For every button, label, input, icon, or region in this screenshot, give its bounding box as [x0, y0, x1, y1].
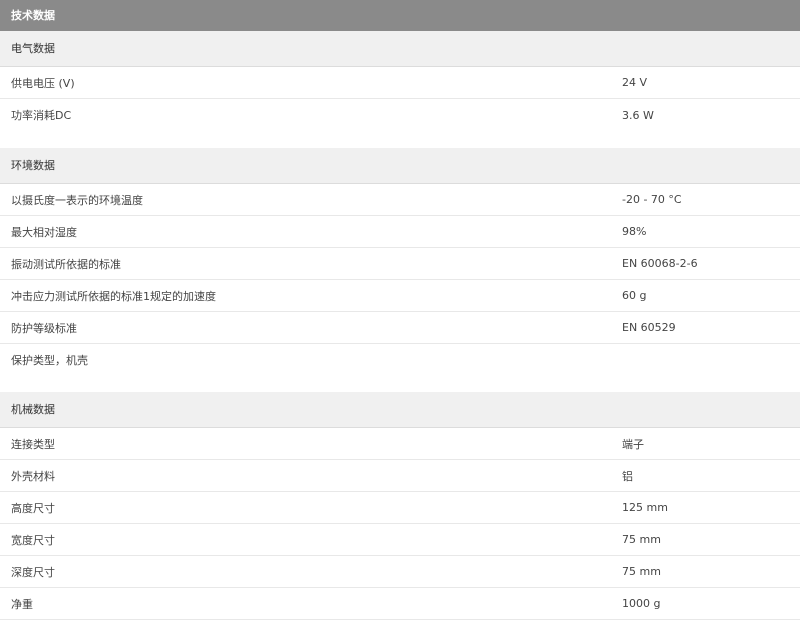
row-value: 75 mm	[622, 533, 661, 546]
row-label: 最大相对湿度	[11, 225, 77, 239]
tech-data-page: 技术数据 电气数据 供电电压 (V) 24 V 功率消耗DC 3.6 W 环境数…	[0, 0, 800, 628]
table-row: 供电电压 (V) 24 V	[0, 67, 800, 99]
page-title: 技术数据	[0, 0, 800, 31]
row-label: 振动测试所依据的标准	[11, 257, 121, 271]
row-value: 125 mm	[622, 501, 668, 514]
row-label: 冲击应力测试所依据的标准1规定的加速度	[11, 289, 216, 303]
row-value: 3.6 W	[622, 108, 654, 122]
section-header-electrical: 电气数据	[0, 31, 800, 67]
row-value: 1000 g	[622, 597, 661, 610]
row-label: 净重	[11, 597, 33, 611]
row-label: 宽度尺寸	[11, 533, 55, 547]
section-header-mechanical: 机械数据	[0, 392, 800, 428]
row-value: 铝	[622, 469, 633, 483]
row-label: 以摄氏度一表示的环境温度	[11, 193, 143, 207]
row-value: EN 60068-2-6	[622, 257, 698, 270]
row-label: 深度尺寸	[11, 565, 55, 579]
row-label: 保护类型，机壳	[11, 354, 88, 367]
table-row: 冲击应力测试所依据的标准1规定的加速度 60 g	[0, 280, 800, 312]
table-row: 净重 1000 g	[0, 588, 800, 620]
table-row: 保护类型，机壳	[0, 344, 800, 376]
table-row: 高度尺寸 125 mm	[0, 492, 800, 524]
row-value: 60 g	[622, 289, 647, 302]
row-value: 端子	[622, 437, 644, 451]
table-row: 宽度尺寸 75 mm	[0, 524, 800, 556]
section-header-environment: 环境数据	[0, 148, 800, 184]
row-label: 连接类型	[11, 437, 55, 451]
row-value: 98%	[622, 225, 647, 238]
row-label: 防护等级标准	[11, 321, 77, 335]
row-value: 24 V	[622, 76, 648, 89]
table-row: 功率消耗DC 3.6 W	[0, 99, 800, 131]
row-label: 供电电压 (V)	[11, 76, 75, 90]
table-row: 外壳材料 铝	[0, 460, 800, 492]
row-value: 75 mm	[622, 565, 661, 578]
table-row: 深度尺寸 75 mm	[0, 556, 800, 588]
row-label: 高度尺寸	[11, 501, 55, 515]
table-row: 连接类型 端子	[0, 428, 800, 460]
table-row: 振动测试所依据的标准 EN 60068-2-6	[0, 248, 800, 280]
row-label: 功率消耗DC	[11, 109, 72, 122]
row-value: EN 60529	[622, 321, 676, 334]
table-row: 以摄氏度一表示的环境温度 -20 - 70 °C	[0, 184, 800, 216]
row-value: -20 - 70 °C	[622, 193, 682, 206]
table-row: 防护等级标准 EN 60529	[0, 312, 800, 344]
row-label: 外壳材料	[11, 469, 55, 483]
table-row: 最大相对湿度 98%	[0, 216, 800, 248]
